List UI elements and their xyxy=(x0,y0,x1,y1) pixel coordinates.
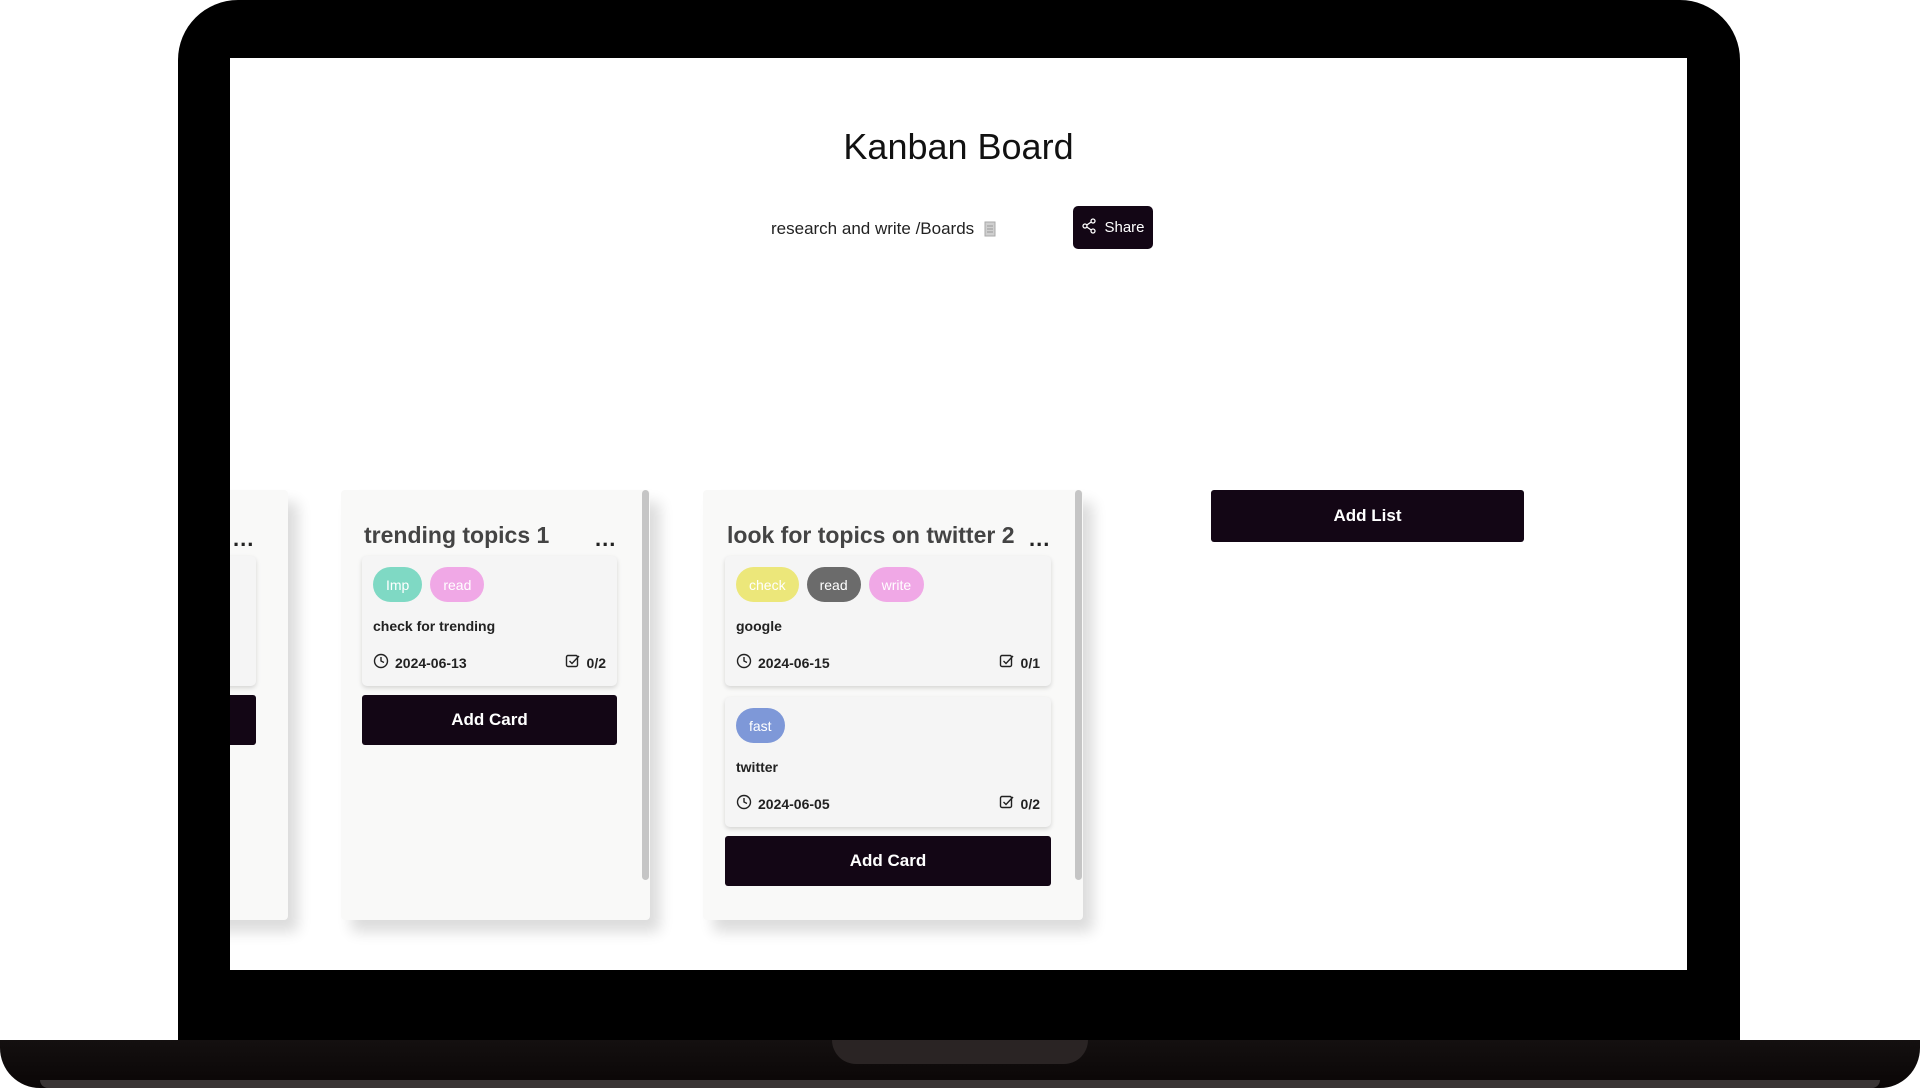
card-title: google xyxy=(736,618,782,634)
tag-check: check xyxy=(736,567,799,602)
tag-write: write xyxy=(868,567,925,602)
list-menu-button[interactable]: ... xyxy=(595,526,616,552)
tasks-count: 0/2 xyxy=(586,654,606,671)
app-screen: Kanban Board research and write /Boards … xyxy=(230,58,1687,970)
card-due-date: 2024-06-15 xyxy=(736,653,830,672)
card-title: twitter xyxy=(736,759,778,775)
checkbox-icon xyxy=(565,653,581,672)
checkbox-icon xyxy=(999,794,1015,813)
document-icon xyxy=(984,221,996,237)
card-footer: 2024-06-15 0/1 xyxy=(736,653,1040,672)
card-twitter[interactable]: fast twitter 2024-06-05 0/2 xyxy=(725,697,1051,827)
add-card-button[interactable]: Add Card xyxy=(725,836,1051,886)
list-menu-button[interactable]: ... xyxy=(1029,526,1050,552)
breadcrumb[interactable]: research and write /Boards xyxy=(771,219,996,239)
tasks-count: 0/2 xyxy=(1020,795,1040,812)
tag-list: check read write xyxy=(736,567,925,602)
card-due-date: 2024-06-05 xyxy=(736,794,830,813)
tag-fast: fast xyxy=(736,708,785,743)
tag-imp: Imp xyxy=(373,567,423,602)
card-title: check for trending xyxy=(373,618,496,634)
clock-icon xyxy=(736,794,752,813)
card-tasks: 0/2 xyxy=(565,653,606,672)
page-title: Kanban Board xyxy=(843,126,1074,167)
add-list-button[interactable]: Add List xyxy=(1211,490,1524,542)
list-trending-topics: trending topics 1 ... Imp read check for… xyxy=(341,490,650,920)
tag-list: Imp read xyxy=(373,567,485,602)
due-date-text: 2024-06-15 xyxy=(758,654,830,671)
share-icon xyxy=(1081,217,1097,238)
tasks-count: 0/1 xyxy=(1020,654,1040,671)
tag-read: read xyxy=(806,567,861,602)
card-google[interactable]: check read write google 2024-06-15 0/1 xyxy=(725,556,1051,686)
due-date-text: 2024-06-13 xyxy=(395,654,467,671)
checkbox-icon xyxy=(999,653,1015,672)
list-0: ... xyxy=(230,490,288,920)
laptop-base-edge xyxy=(40,1080,1880,1088)
list-menu-button[interactable]: ... xyxy=(233,526,254,552)
tag-read: read xyxy=(430,567,485,602)
add-card-button[interactable]: Add Card xyxy=(362,695,617,745)
tag-list: fast xyxy=(736,708,785,743)
share-button[interactable]: Share xyxy=(1073,206,1153,249)
list-title: look for topics on twitter 2 xyxy=(727,522,1015,548)
card-footer: 2024-06-05 0/2 xyxy=(736,794,1040,813)
laptop-notch xyxy=(832,1040,1088,1064)
clock-icon xyxy=(736,653,752,672)
share-label: Share xyxy=(1104,219,1145,236)
due-date-text: 2024-06-05 xyxy=(758,795,830,812)
list-look-for-topics-on-twitter: look for topics on twitter 2 ... check r… xyxy=(703,490,1083,920)
add-card-button-partial[interactable] xyxy=(230,695,256,745)
card-tasks: 0/1 xyxy=(999,653,1040,672)
list-scrollbar[interactable] xyxy=(1075,490,1082,880)
breadcrumb-text: research and write /Boards xyxy=(771,219,975,238)
card-due-date: 2024-06-13 xyxy=(373,653,467,672)
list-card-partial[interactable] xyxy=(230,556,256,686)
clock-icon xyxy=(373,653,389,672)
card-tasks: 0/2 xyxy=(999,794,1040,813)
card-footer: 2024-06-13 0/2 xyxy=(373,653,606,672)
card-check-for-trending[interactable]: Imp read check for trending 2024-06-13 0… xyxy=(362,556,617,686)
list-title: trending topics 1 xyxy=(364,522,550,548)
list-scrollbar[interactable] xyxy=(642,490,649,880)
